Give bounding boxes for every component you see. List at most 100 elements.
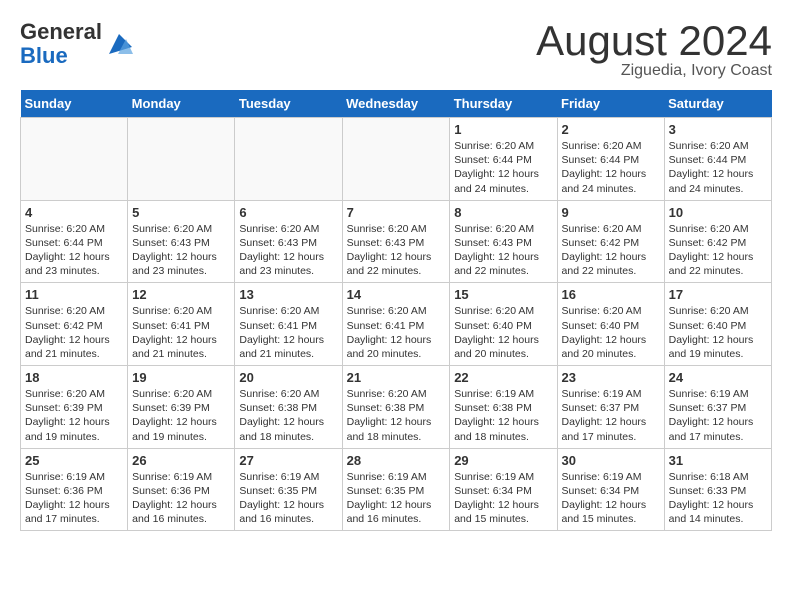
day-info: Sunrise: 6:20 AM Sunset: 6:38 PM Dayligh… (347, 387, 446, 444)
calendar-week-1: 1 Sunrise: 6:20 AM Sunset: 6:44 PM Daylig… (21, 118, 772, 201)
day-info: Sunrise: 6:19 AM Sunset: 6:38 PM Dayligh… (454, 387, 552, 444)
day-number: 3 (669, 122, 767, 137)
day-header-thursday: Thursday (450, 90, 557, 118)
calendar-cell: 3 Sunrise: 6:20 AM Sunset: 6:44 PM Daylig… (664, 118, 771, 201)
day-info: Sunrise: 6:20 AM Sunset: 6:40 PM Dayligh… (454, 304, 552, 361)
day-number: 21 (347, 370, 446, 385)
calendar-cell (21, 118, 128, 201)
day-number: 27 (239, 453, 337, 468)
day-info: Sunrise: 6:20 AM Sunset: 6:40 PM Dayligh… (669, 304, 767, 361)
day-info: Sunrise: 6:20 AM Sunset: 6:38 PM Dayligh… (239, 387, 337, 444)
day-number: 1 (454, 122, 552, 137)
day-header-sunday: Sunday (21, 90, 128, 118)
calendar-cell: 14 Sunrise: 6:20 AM Sunset: 6:41 PM Dayli… (342, 283, 450, 366)
calendar-week-2: 4 Sunrise: 6:20 AM Sunset: 6:44 PM Daylig… (21, 200, 772, 283)
day-number: 6 (239, 205, 337, 220)
day-number: 14 (347, 287, 446, 302)
day-number: 15 (454, 287, 552, 302)
day-info: Sunrise: 6:20 AM Sunset: 6:39 PM Dayligh… (25, 387, 123, 444)
day-info: Sunrise: 6:20 AM Sunset: 6:43 PM Dayligh… (347, 222, 446, 279)
day-info: Sunrise: 6:20 AM Sunset: 6:44 PM Dayligh… (25, 222, 123, 279)
calendar-cell: 7 Sunrise: 6:20 AM Sunset: 6:43 PM Daylig… (342, 200, 450, 283)
calendar-cell: 25 Sunrise: 6:19 AM Sunset: 6:36 PM Dayli… (21, 448, 128, 531)
day-header-saturday: Saturday (664, 90, 771, 118)
day-info: Sunrise: 6:20 AM Sunset: 6:41 PM Dayligh… (132, 304, 230, 361)
day-header-friday: Friday (557, 90, 664, 118)
calendar-table: SundayMondayTuesdayWednesdayThursdayFrid… (20, 90, 772, 531)
calendar-cell: 22 Sunrise: 6:19 AM Sunset: 6:38 PM Dayli… (450, 366, 557, 449)
day-info: Sunrise: 6:20 AM Sunset: 6:41 PM Dayligh… (239, 304, 337, 361)
calendar-cell: 17Sunrise: 6:20 AM Sunset: 6:40 PM Dayli… (664, 283, 771, 366)
day-number: 29 (454, 453, 552, 468)
day-number: 31 (669, 453, 767, 468)
day-number: 2 (562, 122, 660, 137)
day-header-wednesday: Wednesday (342, 90, 450, 118)
day-info: Sunrise: 6:20 AM Sunset: 6:42 PM Dayligh… (25, 304, 123, 361)
calendar-cell: 5 Sunrise: 6:20 AM Sunset: 6:43 PM Daylig… (128, 200, 235, 283)
calendar-cell: 31 Sunrise: 6:18 AM Sunset: 6:33 PM Dayli… (664, 448, 771, 531)
calendar-cell: 21 Sunrise: 6:20 AM Sunset: 6:38 PM Dayli… (342, 366, 450, 449)
day-info: Sunrise: 6:20 AM Sunset: 6:44 PM Dayligh… (454, 139, 552, 196)
day-number: 13 (239, 287, 337, 302)
calendar-week-5: 25 Sunrise: 6:19 AM Sunset: 6:36 PM Dayli… (21, 448, 772, 531)
calendar-cell: 2 Sunrise: 6:20 AM Sunset: 6:44 PM Daylig… (557, 118, 664, 201)
calendar-cell: 15 Sunrise: 6:20 AM Sunset: 6:40 PM Dayli… (450, 283, 557, 366)
day-info: Sunrise: 6:19 AM Sunset: 6:35 PM Dayligh… (239, 470, 337, 527)
day-info: Sunrise: 6:20 AM Sunset: 6:41 PM Dayligh… (347, 304, 446, 361)
day-info: Sunrise: 6:20 AM Sunset: 6:44 PM Dayligh… (669, 139, 767, 196)
calendar-header-row: SundayMondayTuesdayWednesdayThursdayFrid… (21, 90, 772, 118)
day-number: 24 (669, 370, 767, 385)
calendar-cell (128, 118, 235, 201)
day-info: Sunrise: 6:20 AM Sunset: 6:39 PM Dayligh… (132, 387, 230, 444)
calendar-cell: 20Sunrise: 6:20 AM Sunset: 6:38 PM Dayli… (235, 366, 342, 449)
day-info: Sunrise: 6:20 AM Sunset: 6:43 PM Dayligh… (239, 222, 337, 279)
calendar-cell: 6 Sunrise: 6:20 AM Sunset: 6:43 PM Daylig… (235, 200, 342, 283)
calendar-cell: 28Sunrise: 6:19 AM Sunset: 6:35 PM Dayli… (342, 448, 450, 531)
day-info: Sunrise: 6:20 AM Sunset: 6:40 PM Dayligh… (562, 304, 660, 361)
day-number: 30 (562, 453, 660, 468)
calendar-cell: 9Sunrise: 6:20 AM Sunset: 6:42 PM Daylig… (557, 200, 664, 283)
day-info: Sunrise: 6:20 AM Sunset: 6:43 PM Dayligh… (132, 222, 230, 279)
calendar-cell: 26Sunrise: 6:19 AM Sunset: 6:36 PM Dayli… (128, 448, 235, 531)
calendar-cell: 8Sunrise: 6:20 AM Sunset: 6:43 PM Daylig… (450, 200, 557, 283)
day-number: 22 (454, 370, 552, 385)
day-info: Sunrise: 6:20 AM Sunset: 6:44 PM Dayligh… (562, 139, 660, 196)
logo-icon (104, 29, 134, 59)
day-info: Sunrise: 6:20 AM Sunset: 6:42 PM Dayligh… (562, 222, 660, 279)
month-title: August 2024 (536, 20, 772, 62)
day-info: Sunrise: 6:19 AM Sunset: 6:35 PM Dayligh… (347, 470, 446, 527)
day-info: Sunrise: 6:19 AM Sunset: 6:36 PM Dayligh… (25, 470, 123, 527)
calendar-cell: 29 Sunrise: 6:19 AM Sunset: 6:34 PM Dayli… (450, 448, 557, 531)
day-number: 12 (132, 287, 230, 302)
day-number: 25 (25, 453, 123, 468)
logo-blue: Blue (20, 43, 68, 68)
day-number: 16 (562, 287, 660, 302)
calendar-cell: 16 Sunrise: 6:20 AM Sunset: 6:40 PM Dayli… (557, 283, 664, 366)
day-number: 19 (132, 370, 230, 385)
day-info: Sunrise: 6:19 AM Sunset: 6:36 PM Dayligh… (132, 470, 230, 527)
calendar-cell: 12 Sunrise: 6:20 AM Sunset: 6:41 PM Dayli… (128, 283, 235, 366)
calendar-cell: 24Sunrise: 6:19 AM Sunset: 6:37 PM Dayli… (664, 366, 771, 449)
day-info: Sunrise: 6:18 AM Sunset: 6:33 PM Dayligh… (669, 470, 767, 527)
calendar-cell: 27 Sunrise: 6:19 AM Sunset: 6:35 PM Dayli… (235, 448, 342, 531)
logo-general: General (20, 19, 102, 44)
day-info: Sunrise: 6:20 AM Sunset: 6:42 PM Dayligh… (669, 222, 767, 279)
calendar-cell: 13 Sunrise: 6:20 AM Sunset: 6:41 PM Dayli… (235, 283, 342, 366)
calendar-cell: 11 Sunrise: 6:20 AM Sunset: 6:42 PM Dayli… (21, 283, 128, 366)
day-number: 5 (132, 205, 230, 220)
calendar-cell: 19 Sunrise: 6:20 AM Sunset: 6:39 PM Dayli… (128, 366, 235, 449)
page-header: General Blue August 2024 Ziguedia, Ivory… (20, 20, 772, 80)
day-info: Sunrise: 6:19 AM Sunset: 6:37 PM Dayligh… (562, 387, 660, 444)
calendar-cell: 18Sunrise: 6:20 AM Sunset: 6:39 PM Dayli… (21, 366, 128, 449)
day-number: 11 (25, 287, 123, 302)
day-number: 7 (347, 205, 446, 220)
calendar-cell: 30Sunrise: 6:19 AM Sunset: 6:34 PM Dayli… (557, 448, 664, 531)
day-info: Sunrise: 6:19 AM Sunset: 6:34 PM Dayligh… (454, 470, 552, 527)
day-number: 4 (25, 205, 123, 220)
day-header-monday: Monday (128, 90, 235, 118)
day-number: 10 (669, 205, 767, 220)
day-info: Sunrise: 6:20 AM Sunset: 6:43 PM Dayligh… (454, 222, 552, 279)
calendar-cell (342, 118, 450, 201)
calendar-cell (235, 118, 342, 201)
location: Ziguedia, Ivory Coast (536, 62, 772, 80)
